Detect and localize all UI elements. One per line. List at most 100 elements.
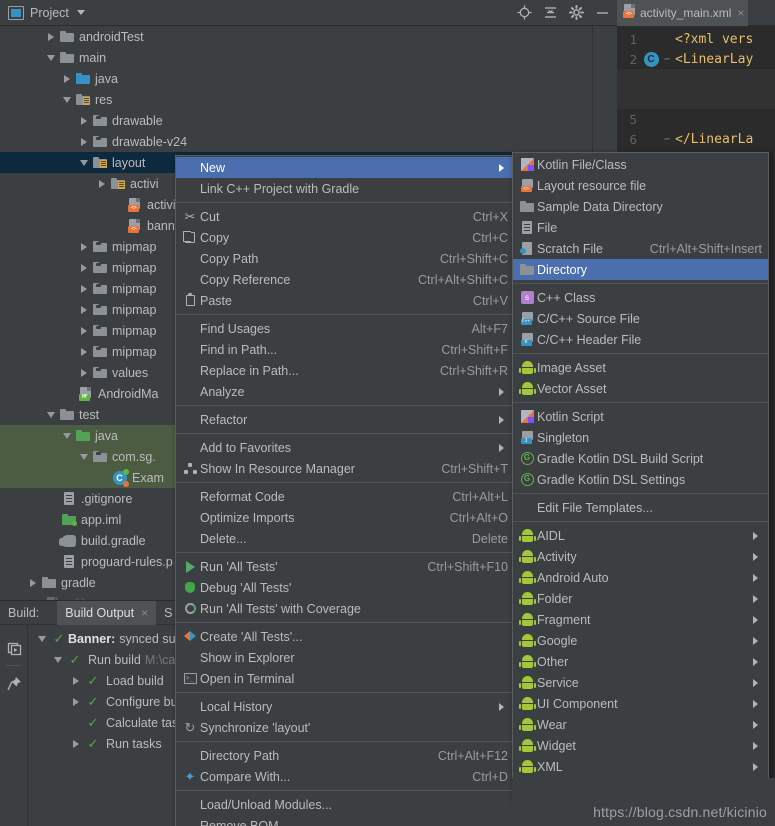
submenu-item-singleton[interactable]: J Singleton — [513, 427, 768, 448]
expand-arrow-icon[interactable] — [77, 278, 91, 299]
submenu-item-file[interactable]: File — [513, 217, 768, 238]
collapse-arrow-icon[interactable] — [44, 47, 58, 68]
tree-row-drawable[interactable]: drawable — [0, 110, 617, 131]
menu-item-find-in-path[interactable]: Find in Path... Ctrl+Shift+F — [176, 339, 514, 360]
gutter-marker[interactable]: C — [641, 51, 661, 67]
minimize-icon[interactable] — [591, 2, 613, 24]
menu-item-remove-bom[interactable]: Remove BOM — [176, 815, 514, 826]
menu-item-compare-with[interactable]: ✦ Compare With... Ctrl+D — [176, 766, 514, 787]
submenu-item-fragment[interactable]: Fragment — [513, 609, 768, 630]
submenu-item-android-auto[interactable]: Android Auto — [513, 567, 768, 588]
expand-arrow-icon[interactable] — [68, 739, 84, 748]
expand-arrow-icon[interactable] — [77, 341, 91, 362]
menu-item-refactor[interactable]: Refactor — [176, 409, 514, 430]
menu-item-copy-reference[interactable]: Copy Reference Ctrl+Alt+Shift+C — [176, 269, 514, 290]
collapse-arrow-icon[interactable] — [77, 152, 91, 173]
menu-item-copy[interactable]: Copy Ctrl+C — [176, 227, 514, 248]
menu-item-show-in-resource-manager[interactable]: Show In Resource Manager Ctrl+Shift+T — [176, 458, 514, 479]
editor-code-area[interactable]: 1 <?xml vers 2 C − <LinearLay 3 androi 4 — [617, 26, 775, 149]
collapse-arrow-icon[interactable] — [50, 656, 66, 663]
expand-arrow-icon[interactable] — [77, 131, 91, 152]
editor-tab-activity-main[interactable]: <> activity_main.xml × — [617, 0, 749, 26]
settings-gear-icon[interactable] — [565, 2, 587, 24]
submenu-item-gradle-kotlin-dsl-settings[interactable]: G Gradle Kotlin DSL Settings — [513, 469, 768, 490]
expand-arrow-icon[interactable] — [26, 572, 40, 593]
locate-icon[interactable] — [513, 2, 535, 24]
collapse-arrow-icon[interactable] — [60, 89, 74, 110]
menu-item-delete[interactable]: Delete... Delete — [176, 528, 514, 549]
submenu-item-other[interactable]: Other — [513, 651, 768, 672]
submenu-item-google[interactable]: Google — [513, 630, 768, 651]
submenu-item-kotlin-file-class[interactable]: Kotlin File/Class — [513, 154, 768, 175]
menu-item-reformat-code[interactable]: Reformat Code Ctrl+Alt+L — [176, 486, 514, 507]
menu-item-copy-path[interactable]: Copy Path Ctrl+Shift+C — [176, 248, 514, 269]
menu-item-add-to-favorites[interactable]: Add to Favorites — [176, 437, 514, 458]
fold-marker[interactable]: − — [661, 54, 673, 65]
submenu-item-gradle-kotlin-dsl-build-script[interactable]: G Gradle Kotlin DSL Build Script — [513, 448, 768, 469]
submenu-item-image-asset[interactable]: Image Asset — [513, 357, 768, 378]
submenu-item-vector-asset[interactable]: Vector Asset — [513, 378, 768, 399]
tree-row-main[interactable]: main — [0, 47, 617, 68]
menu-item-create-all-tests[interactable]: Create 'All Tests'... — [176, 626, 514, 647]
menu-item-paste[interactable]: Paste Ctrl+V — [176, 290, 514, 311]
collapse-arrow-icon[interactable] — [60, 425, 74, 446]
menu-item-load-unload-modules[interactable]: Load/Unload Modules... — [176, 794, 514, 815]
submenu-item-kotlin-script[interactable]: Kotlin Script — [513, 406, 768, 427]
rerun-icon[interactable] — [0, 633, 28, 663]
submenu-item-folder[interactable]: Folder — [513, 588, 768, 609]
submenu-item-cpp-class[interactable]: s C++ Class — [513, 287, 768, 308]
tab-build-output[interactable]: Build Output × — [57, 600, 157, 625]
collapse-arrow-icon[interactable] — [77, 446, 91, 467]
submenu-item-layout-resource-file[interactable]: <> Layout resource file — [513, 175, 768, 196]
tree-row-androidTest[interactable]: androidTest — [0, 26, 617, 47]
tree-row-drawable-v24[interactable]: drawable-v24 — [0, 131, 617, 152]
expand-arrow-icon[interactable] — [77, 257, 91, 278]
submenu-item-ui-component[interactable]: UI Component — [513, 693, 768, 714]
menu-item-run-all-tests[interactable]: Run 'All Tests' Ctrl+Shift+F10 — [176, 556, 514, 577]
close-icon[interactable]: × — [141, 606, 148, 620]
menu-item-new[interactable]: New — [176, 157, 514, 178]
submenu-item-service[interactable]: Service — [513, 672, 768, 693]
new-submenu[interactable]: Kotlin File/Class <> Layout resource fil… — [512, 152, 769, 800]
menu-item-run-with-coverage[interactable]: Run 'All Tests' with Coverage — [176, 598, 514, 619]
menu-item-optimize-imports[interactable]: Optimize Imports Ctrl+Alt+O — [176, 507, 514, 528]
expand-arrow-icon[interactable] — [68, 676, 84, 685]
close-icon[interactable]: × — [731, 6, 744, 20]
tree-row-res[interactable]: res — [0, 89, 617, 110]
submenu-item-sample-data-directory[interactable]: Sample Data Directory — [513, 196, 768, 217]
submenu-item-widget[interactable]: Widget — [513, 735, 768, 756]
expand-arrow-icon[interactable] — [77, 110, 91, 131]
menu-item-open-in-terminal[interactable]: >_ Open in Terminal — [176, 668, 514, 689]
context-menu[interactable]: New Link C++ Project with Gradle ✂ Cut C… — [175, 155, 515, 826]
expand-arrow-icon[interactable] — [77, 362, 91, 383]
menu-item-cut[interactable]: ✂ Cut Ctrl+X — [176, 206, 514, 227]
submenu-item-aidl[interactable]: AIDL — [513, 525, 768, 546]
submenu-item-scratch-file[interactable]: Scratch File Ctrl+Alt+Shift+Insert — [513, 238, 768, 259]
submenu-item-cpp-source-file[interactable]: C++ C/C++ Source File — [513, 308, 768, 329]
expand-arrow-icon[interactable] — [77, 236, 91, 257]
expand-arrow-icon[interactable] — [77, 299, 91, 320]
color-preview-badge[interactable]: C — [643, 51, 659, 67]
submenu-item-edit-file-templates[interactable]: Edit File Templates... — [513, 497, 768, 518]
collapse-arrow-icon[interactable] — [44, 404, 58, 425]
menu-item-find-usages[interactable]: Find Usages Alt+F7 — [176, 318, 514, 339]
expand-arrow-icon[interactable] — [60, 68, 74, 89]
menu-item-analyze[interactable]: Analyze — [176, 381, 514, 402]
expand-arrow-icon[interactable] — [77, 320, 91, 341]
menu-item-local-history[interactable]: Local History — [176, 696, 514, 717]
submenu-item-cpp-header-file[interactable]: H C/C++ Header File — [513, 329, 768, 350]
menu-item-synchronize-layout[interactable]: ↻ Synchronize 'layout' — [176, 717, 514, 738]
submenu-item-wear[interactable]: Wear — [513, 714, 768, 735]
collapse-arrow-icon[interactable] — [34, 635, 50, 642]
submenu-item-directory[interactable]: Directory — [513, 259, 768, 280]
menu-item-link-cpp-project[interactable]: Link C++ Project with Gradle — [176, 178, 514, 199]
chevron-down-icon[interactable] — [76, 10, 85, 15]
pin-icon[interactable] — [0, 668, 28, 698]
collapse-all-icon[interactable] — [539, 2, 561, 24]
submenu-item-xml[interactable]: XML — [513, 756, 768, 777]
expand-arrow-icon[interactable] — [95, 173, 109, 194]
menu-item-show-in-explorer[interactable]: Show in Explorer — [176, 647, 514, 668]
submenu-item-activity[interactable]: Activity — [513, 546, 768, 567]
expand-arrow-icon[interactable] — [68, 697, 84, 706]
fold-marker[interactable]: − — [661, 134, 673, 145]
